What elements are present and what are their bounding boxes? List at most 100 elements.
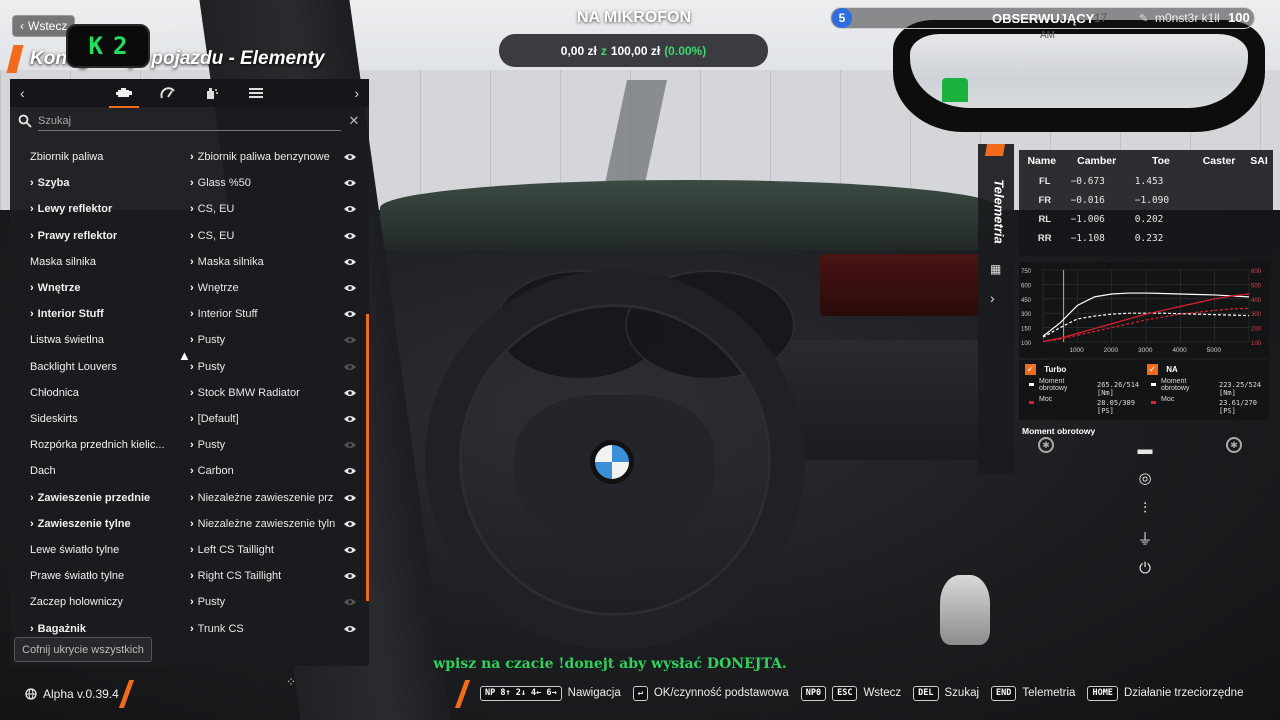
eye-icon[interactable]	[343, 388, 357, 398]
part-value[interactable]: › Pusty	[190, 596, 340, 608]
target-icon[interactable]: ◎	[1135, 468, 1155, 488]
chevron-right-icon[interactable]: ›	[30, 623, 34, 635]
column-header: SAI	[1250, 155, 1268, 167]
eye-icon[interactable]	[343, 362, 357, 372]
chevron-right-icon[interactable]: ›	[30, 282, 34, 294]
list-item[interactable]: Sideskirts › [Default]	[10, 406, 369, 432]
list-item[interactable]: Dach › Carbon	[10, 458, 369, 484]
engine-icon[interactable]: ▬	[1135, 439, 1155, 459]
eye-icon[interactable]	[343, 257, 357, 267]
eye-icon[interactable]	[343, 152, 357, 162]
list-item[interactable]: › Interior Stuff › Interior Stuff	[10, 301, 369, 327]
checkbox-icon[interactable]: ✓	[1025, 364, 1036, 375]
part-name: Backlight Louvers	[30, 360, 117, 373]
chevron-right-icon: ›	[190, 596, 194, 609]
part-value[interactable]: › Carbon	[190, 465, 340, 477]
x-tick-label: 3000	[1138, 347, 1153, 354]
engine-icon[interactable]	[108, 84, 139, 108]
scrollbar[interactable]	[366, 314, 369, 601]
list-item[interactable]: Maska silnika › Maska silnika	[10, 249, 369, 275]
part-value[interactable]: › Left CS Taillight	[190, 544, 340, 556]
tab-prev-icon[interactable]: ‹	[20, 85, 25, 101]
part-name: Listwa świetlna	[30, 334, 104, 347]
chevron-right-icon[interactable]: ›	[30, 518, 34, 530]
part-value[interactable]: › Glass %50	[190, 177, 340, 189]
eye-icon[interactable]	[343, 414, 357, 424]
part-value[interactable]: › Trunk CS	[190, 623, 340, 635]
part-value[interactable]: › Wnętrze	[190, 282, 340, 294]
center-console	[790, 340, 1010, 460]
list-item[interactable]: › Lewy reflektor › CS, EU	[10, 196, 369, 222]
part-value[interactable]: › Stock BMW Radiator	[190, 387, 340, 399]
list-item[interactable]: › Zawieszenie tylne › Niezależne zawieszeni…	[10, 511, 369, 537]
chevron-right-icon: ›	[190, 282, 194, 294]
eye-icon[interactable]	[343, 545, 357, 555]
list-item[interactable]: › Wnętrze › Wnętrze	[10, 275, 369, 301]
part-name: Maska silnika	[30, 255, 97, 268]
list-item[interactable]: › Prawy reflektor › CS, EU	[10, 223, 369, 249]
sliders-icon[interactable]: ⫶	[1135, 498, 1155, 518]
gauge-icon[interactable]	[159, 84, 177, 102]
part-value[interactable]: › Niezależne zawieszenie prz	[190, 492, 340, 504]
plug-icon[interactable]: ⏚	[1135, 528, 1155, 548]
bmw-logo	[590, 440, 634, 484]
chevron-right-icon[interactable]: ›	[30, 230, 34, 242]
part-value[interactable]: › Pusty	[190, 361, 340, 373]
part-value[interactable]: › Maska silnika	[190, 256, 340, 268]
part-value[interactable]: › Interior Stuff	[190, 308, 340, 320]
eye-icon[interactable]	[343, 335, 357, 345]
tab-next-icon[interactable]: ›	[354, 85, 359, 101]
list-item[interactable]: › Bagażnik › Trunk CS	[10, 616, 369, 638]
part-value[interactable]: › Zbiornik paliwa benzynowe	[190, 151, 340, 163]
close-icon[interactable]: ✕	[347, 113, 361, 129]
list-icon[interactable]	[247, 84, 265, 102]
settings-icon[interactable]: ✱	[1226, 437, 1242, 453]
list-item[interactable]: › Szyba › Glass %50	[10, 170, 369, 196]
settings-icon[interactable]: ✱	[1038, 437, 1054, 453]
chevron-right-icon[interactable]: ›	[30, 203, 34, 215]
eye-icon[interactable]	[343, 178, 357, 188]
eye-icon[interactable]	[343, 440, 357, 450]
paint-icon[interactable]	[203, 84, 221, 102]
checkbox-icon[interactable]: ✓	[1147, 364, 1158, 375]
part-value[interactable]: › CS, EU	[190, 230, 340, 242]
chevron-right-icon[interactable]: ›	[990, 290, 995, 306]
eye-icon[interactable]	[343, 309, 357, 319]
eye-icon[interactable]	[343, 466, 357, 476]
power-icon[interactable]: ⏻	[1135, 558, 1155, 578]
search-input[interactable]	[38, 111, 341, 131]
list-item[interactable]: Zaczep holowniczy › Pusty	[10, 589, 369, 615]
legend-turbo: ✓ Turbo Moment obrotowy 265.26/514 [Nm] …	[1025, 364, 1140, 415]
unhide-all-button[interactable]: Cofnij ukrycie wszystkich	[14, 637, 152, 662]
chevron-right-icon: ›	[190, 203, 194, 216]
part-value[interactable]: › Niezależne zawieszenie tyln	[190, 518, 340, 530]
part-value[interactable]: › Right CS Taillight	[190, 570, 340, 582]
legend-swatch	[1151, 401, 1156, 404]
chevron-right-icon[interactable]: ›	[30, 492, 34, 504]
eye-icon[interactable]	[343, 204, 357, 214]
mirror-text: AM	[1040, 30, 1055, 41]
table-row: RR −1.108 0.232	[1037, 233, 1164, 244]
eye-icon[interactable]	[343, 624, 357, 634]
chevron-right-icon[interactable]: ›	[30, 308, 34, 320]
part-value[interactable]: › [Default]	[190, 413, 340, 425]
part-value[interactable]: › Pusty	[190, 439, 340, 451]
list-item[interactable]: Prawe światło tylne › Right CS Taillight	[10, 563, 369, 589]
eye-icon[interactable]	[343, 231, 357, 241]
eye-icon[interactable]	[343, 571, 357, 581]
list-item[interactable]: Chłodnica › Stock BMW Radiator	[10, 380, 369, 406]
part-value[interactable]: › CS, EU	[190, 203, 340, 215]
list-item[interactable]: › Zawieszenie przednie › Niezależne zawiesz…	[10, 485, 369, 511]
legend-na: ✓ NA Moment obrotowy 223.25/524 [Nm] Moc…	[1147, 364, 1262, 415]
part-value[interactable]: › Pusty	[190, 334, 340, 346]
list-item[interactable]: Lewe światło tylne › Left CS Taillight	[10, 537, 369, 563]
eye-icon[interactable]	[343, 493, 357, 503]
grid-icon[interactable]: ▦	[990, 262, 1001, 276]
eye-icon[interactable]	[343, 283, 357, 293]
list-item[interactable]: Rozpórka przednich kielic... › Pusty	[10, 432, 369, 458]
parts-list: Zbiornik paliwa › Zbiornik paliwa benzynow…	[10, 144, 369, 638]
list-item[interactable]: Zbiornik paliwa › Zbiornik paliwa benzynow…	[10, 144, 369, 170]
eye-icon[interactable]	[343, 597, 357, 607]
chevron-right-icon[interactable]: ›	[30, 177, 34, 189]
eye-icon[interactable]	[343, 519, 357, 529]
